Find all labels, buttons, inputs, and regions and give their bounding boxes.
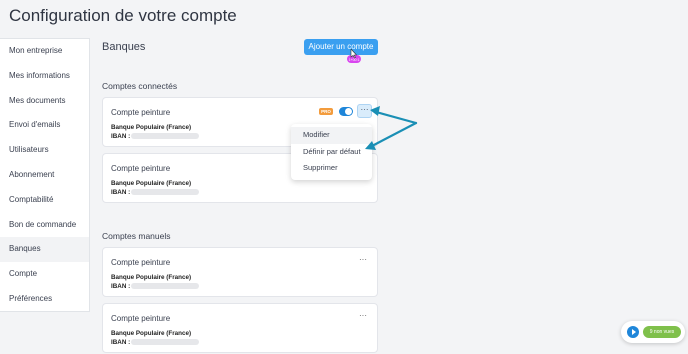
sidebar-item-mes-documents[interactable]: Mes documents: [0, 89, 89, 114]
sidebar-item-mes-informations[interactable]: Mes informations: [0, 64, 89, 89]
more-options-button[interactable]: ···: [357, 104, 372, 118]
account-iban-label: IBAN :: [111, 189, 131, 196]
account-name: Compte peinture: [111, 108, 171, 117]
section-title: Banques: [102, 41, 146, 53]
manual-accounts-title: Comptes manuels: [102, 231, 171, 241]
account-card: Compte peinture Banque Populaire (France…: [102, 303, 378, 353]
account-bank: Banque Populaire (France): [111, 124, 192, 131]
account-iban-label: IBAN :: [111, 133, 131, 140]
iban-redacted: [131, 283, 199, 289]
sidebar-item-envoi-emails[interactable]: Envoi d'emails: [0, 113, 89, 138]
play-icon: [627, 326, 639, 338]
account-context-menu: Modifier Définir par défaut Supprimer: [291, 124, 372, 180]
notification-widget[interactable]: 9 non vues: [621, 321, 685, 343]
more-options-button[interactable]: ···: [359, 311, 367, 320]
sidebar-item-abonnement[interactable]: Abonnement: [0, 163, 89, 188]
sidebar-item-comptabilite[interactable]: Comptabilité: [0, 188, 89, 213]
more-options-button[interactable]: ···: [359, 255, 367, 264]
pro-badge: PRO: [319, 108, 333, 115]
sidebar-item-compte[interactable]: Compte: [0, 262, 89, 287]
account-name: Compte peinture: [111, 164, 171, 173]
account-iban-label: IBAN :: [111, 339, 131, 346]
account-name: Compte peinture: [111, 314, 171, 323]
add-account-button[interactable]: Ajouter un compte: [304, 39, 378, 55]
account-name: Compte peinture: [111, 258, 171, 267]
cursor-icon: 1+00:1: [347, 49, 361, 63]
iban-redacted: [131, 133, 199, 139]
connected-accounts-title: Comptes connectés: [102, 81, 178, 91]
sidebar-item-utilisateurs[interactable]: Utilisateurs: [0, 138, 89, 163]
account-card: Compte peinture Banque Populaire (France…: [102, 247, 378, 297]
sidebar-item-mon-entreprise[interactable]: Mon entreprise: [0, 39, 89, 64]
sync-toggle[interactable]: [339, 107, 353, 116]
sidebar-item-banques[interactable]: Banques: [0, 237, 89, 263]
account-bank: Banque Populaire (France): [111, 330, 192, 337]
sidebar: Mon entreprise Mes informations Mes docu…: [0, 38, 90, 312]
account-iban-label: IBAN :: [111, 283, 131, 290]
account-bank: Banque Populaire (France): [111, 180, 192, 187]
menu-item-modifier[interactable]: Modifier: [291, 127, 372, 144]
sidebar-item-preferences[interactable]: Préférences: [0, 287, 89, 312]
menu-item-supprimer[interactable]: Supprimer: [291, 160, 372, 177]
page-title: Configuration de votre compte: [9, 6, 237, 25]
iban-redacted: [131, 189, 199, 195]
cursor-badge-label: 1+00:1: [349, 58, 360, 62]
unread-badge: 9 non vues: [643, 326, 681, 338]
menu-item-definir-par-defaut[interactable]: Définir par défaut: [291, 144, 372, 161]
sidebar-item-bon-de-commande[interactable]: Bon de commande: [0, 213, 89, 238]
account-bank: Banque Populaire (France): [111, 274, 192, 281]
iban-redacted: [131, 339, 199, 345]
